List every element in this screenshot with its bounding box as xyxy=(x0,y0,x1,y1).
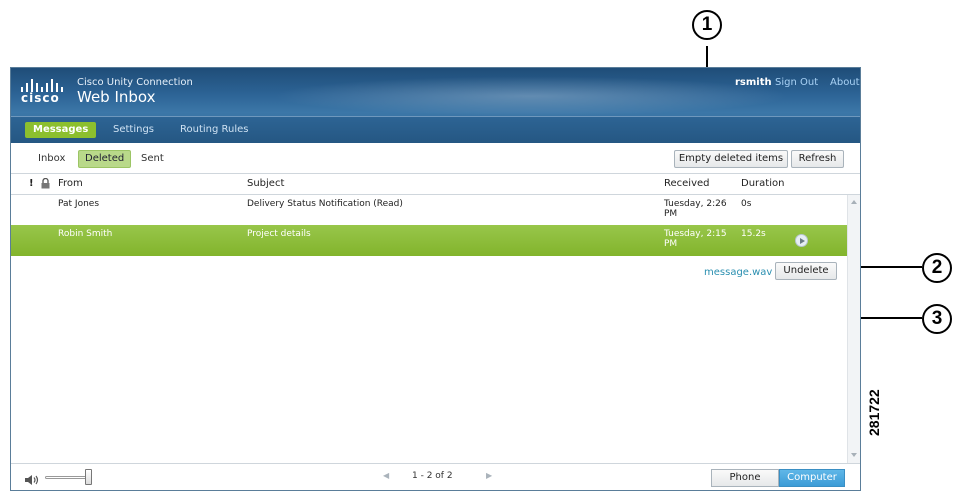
play-on-phone-button[interactable]: Phone xyxy=(711,469,779,487)
folder-deleted[interactable]: Deleted xyxy=(78,150,132,168)
callout-1: 1 xyxy=(692,10,722,40)
product-name: Cisco Unity Connection xyxy=(77,77,193,88)
play-icon[interactable] xyxy=(795,234,808,247)
main-tabs: Messages Settings Routing Rules xyxy=(11,116,860,143)
username: rsmith xyxy=(735,77,772,88)
empty-deleted-items-button[interactable]: Empty deleted items xyxy=(674,150,788,168)
message-row-selected[interactable]: Robin Smith Project details Tuesday, 2:1… xyxy=(11,225,847,256)
column-from[interactable]: From xyxy=(58,178,83,189)
message-duration: 15.2s xyxy=(741,229,766,239)
message-from: Robin Smith xyxy=(58,229,113,239)
folder-inbox[interactable]: Inbox xyxy=(38,151,65,167)
message-subject: Delivery Status Notification (Read) xyxy=(247,199,403,209)
header-sheen xyxy=(271,76,791,116)
message-list-header: ! From Subject Received Duration xyxy=(11,174,860,195)
sign-out-link[interactable]: Sign Out xyxy=(775,77,818,88)
message-from: Pat Jones xyxy=(58,199,100,209)
message-received: Tuesday, 2:26 PM xyxy=(664,199,727,219)
cisco-logo-bars xyxy=(21,78,69,92)
speaker-icon[interactable] xyxy=(25,471,39,485)
volume-slider-handle[interactable] xyxy=(85,469,92,485)
message-toolbar: Inbox Deleted Sent Empty deleted items R… xyxy=(11,143,860,174)
web-inbox-window: cisco Cisco Unity Connection Web Inbox r… xyxy=(10,67,861,491)
about-link[interactable]: About xyxy=(830,77,860,88)
message-row[interactable]: Pat Jones Delivery Status Notification (… xyxy=(11,195,847,226)
player-footer: ◀ 1 - 2 of 2 ▶ Phone Computer xyxy=(11,463,860,490)
received-line-1: Tuesday, 2:26 xyxy=(664,199,727,209)
attachment-link[interactable]: message.wav xyxy=(704,267,772,278)
next-page-icon[interactable]: ▶ xyxy=(486,471,492,480)
previous-page-icon[interactable]: ◀ xyxy=(383,471,389,480)
message-duration: 0s xyxy=(741,199,752,209)
folder-sent[interactable]: Sent xyxy=(141,151,164,167)
scroll-up-icon[interactable] xyxy=(851,200,857,204)
cisco-logo-word: cisco xyxy=(21,91,60,105)
lock-icon[interactable] xyxy=(41,177,50,192)
callout-2: 2 xyxy=(922,253,952,283)
scroll-down-icon[interactable] xyxy=(851,453,857,457)
received-line-1: Tuesday, 2:15 xyxy=(664,229,727,239)
callout-3: 3 xyxy=(922,304,952,334)
column-subject[interactable]: Subject xyxy=(247,178,284,189)
column-received[interactable]: Received xyxy=(664,178,710,189)
app-title: Web Inbox xyxy=(77,88,156,106)
column-duration[interactable]: Duration xyxy=(741,178,784,189)
app-header: cisco Cisco Unity Connection Web Inbox r… xyxy=(11,68,860,143)
column-urgent[interactable]: ! xyxy=(29,178,34,189)
tab-messages[interactable]: Messages xyxy=(25,122,97,138)
volume-slider[interactable] xyxy=(45,476,89,479)
pager-text: 1 - 2 of 2 xyxy=(412,471,453,481)
tab-routing-rules[interactable]: Routing Rules xyxy=(172,122,257,138)
message-received: Tuesday, 2:15 PM xyxy=(664,229,727,249)
received-line-2: PM xyxy=(664,209,678,219)
tab-settings[interactable]: Settings xyxy=(105,122,162,138)
message-subject: Project details xyxy=(247,229,311,239)
message-list-scrollbar[interactable] xyxy=(847,195,860,463)
received-line-2: PM xyxy=(664,239,678,249)
undelete-button[interactable]: Undelete xyxy=(775,262,837,280)
play-on-computer-button[interactable]: Computer xyxy=(779,469,845,487)
cisco-logo: cisco xyxy=(21,78,69,106)
refresh-button[interactable]: Refresh xyxy=(791,150,844,168)
figure-id: 281722 xyxy=(866,389,882,436)
